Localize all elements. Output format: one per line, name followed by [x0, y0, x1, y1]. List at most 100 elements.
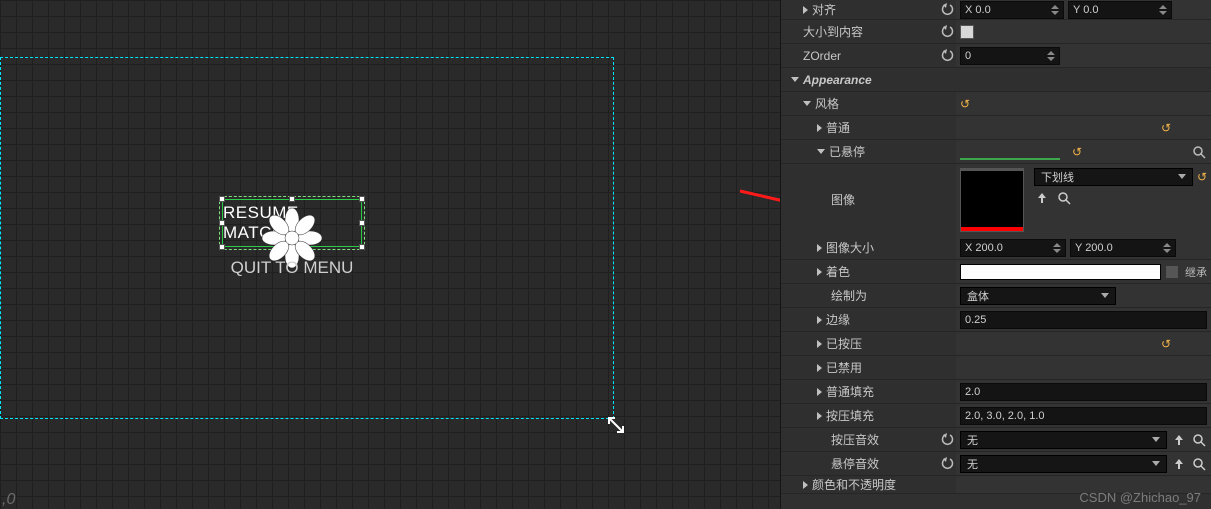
- size-to-content-checkbox[interactable]: [960, 25, 974, 39]
- use-selected-icon[interactable]: [1171, 456, 1187, 472]
- label-normal: 普通: [826, 119, 850, 136]
- selection-handle[interactable]: [359, 244, 365, 250]
- reset-icon[interactable]: [940, 24, 956, 40]
- reset-icon[interactable]: ↺: [1161, 337, 1171, 351]
- chevron-down-icon: [1178, 174, 1186, 179]
- label-disabled: 已禁用: [826, 359, 862, 376]
- expand-icon[interactable]: [817, 149, 825, 154]
- reset-icon[interactable]: ↺: [1197, 170, 1207, 184]
- chevron-down-icon: [1101, 293, 1109, 298]
- image-size-y-input[interactable]: Y 200.0: [1070, 239, 1176, 257]
- section-appearance[interactable]: Appearance: [781, 68, 1211, 92]
- row-disabled: 已禁用: [781, 356, 1211, 380]
- label-pressed: 已按压: [826, 335, 862, 352]
- label-tint: 着色: [826, 263, 850, 280]
- align-y-input[interactable]: Y 0.0: [1068, 1, 1172, 19]
- row-pressed-sound: 按压音效 无: [781, 428, 1211, 452]
- expand-icon[interactable]: [817, 268, 822, 276]
- label-image-size: 图像大小: [826, 239, 874, 256]
- label-hovered: 已悬停: [829, 143, 865, 160]
- draw-as-dropdown[interactable]: 盒体: [960, 287, 1116, 305]
- row-normal: 普通 ↺: [781, 116, 1211, 140]
- row-pressed-padding: 按压填充 2.0, 3.0, 2.0, 1.0: [781, 404, 1211, 428]
- label-margin: 边缘: [826, 311, 850, 328]
- expand-icon[interactable]: [817, 412, 822, 420]
- hover-sound-dropdown[interactable]: 无: [960, 455, 1167, 473]
- label-style: 风格: [815, 95, 839, 112]
- label-size-to-content: 大小到内容: [803, 23, 863, 40]
- label-align: 对齐: [812, 1, 836, 18]
- pressed-sound-dropdown[interactable]: 无: [960, 431, 1167, 449]
- umg-designer-viewport[interactable]: RESUME MATCH QUIT TO MENU ,0: [0, 0, 780, 509]
- chevron-down-icon: [1152, 461, 1160, 466]
- draw-as-dropdown[interactable]: 下划线: [1034, 168, 1193, 186]
- row-draw-as: 绘制为 盒体: [781, 284, 1211, 308]
- coordinate-readout: ,0: [2, 491, 15, 509]
- label-color-opacity: 颜色和不透明度: [812, 476, 896, 493]
- row-color-opacity: 颜色和不透明度: [781, 476, 1211, 494]
- normal-padding-input[interactable]: 2.0: [960, 383, 1207, 401]
- row-style: 风格 ↺: [781, 92, 1211, 116]
- row-hover-sound: 悬停音效 无: [781, 452, 1211, 476]
- align-x-input[interactable]: X 0.0: [960, 1, 1064, 19]
- row-pressed: 已按压 ↺: [781, 332, 1211, 356]
- chevron-down-icon: [1152, 437, 1160, 442]
- tint-color-swatch[interactable]: [960, 264, 1161, 280]
- label-pressed-sound: 按压音效: [831, 431, 879, 448]
- row-image-size: 图像大小 X 200.0 Y 200.0: [781, 236, 1211, 260]
- quit-to-menu-button[interactable]: QUIT TO MENU: [222, 258, 362, 278]
- reset-icon[interactable]: ↺: [1161, 121, 1171, 135]
- expand-icon[interactable]: [817, 124, 822, 132]
- label-zorder: ZOrder: [803, 49, 841, 63]
- reset-icon[interactable]: [940, 456, 956, 472]
- browse-icon[interactable]: [1056, 190, 1072, 206]
- expand-icon[interactable]: [817, 316, 822, 324]
- search-icon[interactable]: [1191, 144, 1207, 160]
- browse-icon[interactable]: [1191, 456, 1207, 472]
- row-hovered: 已悬停 ↺: [781, 140, 1211, 164]
- label-normal-padding: 普通填充: [826, 383, 874, 400]
- resize-handle-icon[interactable]: [607, 416, 625, 434]
- margin-input[interactable]: 0.25: [960, 311, 1207, 329]
- use-selected-icon[interactable]: [1034, 190, 1050, 206]
- label-image: 图像: [831, 191, 855, 208]
- selection-handle[interactable]: [219, 196, 225, 202]
- row-margin: 边缘 0.25: [781, 308, 1211, 332]
- expand-icon[interactable]: [803, 481, 808, 489]
- browse-icon[interactable]: [1191, 432, 1207, 448]
- row-zorder: ZOrder 0: [781, 44, 1211, 68]
- expand-icon[interactable]: [817, 388, 822, 396]
- expand-icon[interactable]: [817, 244, 822, 252]
- inherit-checkbox[interactable]: [1165, 265, 1179, 279]
- label-draw-as: 绘制为: [831, 287, 867, 304]
- row-tint: 着色 继承: [781, 260, 1211, 284]
- image-size-x-input[interactable]: X 200.0: [960, 239, 1066, 257]
- pressed-padding-input[interactable]: 2.0, 3.0, 2.0, 1.0: [960, 407, 1207, 425]
- selection-handle[interactable]: [359, 220, 365, 226]
- selection-handle[interactable]: [219, 220, 225, 226]
- zorder-input[interactable]: 0: [960, 47, 1060, 65]
- row-normal-padding: 普通填充 2.0: [781, 380, 1211, 404]
- row-size-to-content: 大小到内容: [781, 20, 1211, 44]
- reset-icon[interactable]: ↺: [1072, 145, 1082, 159]
- expand-icon: [791, 77, 799, 82]
- selection-handle[interactable]: [359, 196, 365, 202]
- row-image: 图像 下划线 ↺: [781, 164, 1211, 236]
- reset-icon[interactable]: [940, 2, 956, 18]
- reset-icon[interactable]: [940, 48, 956, 64]
- expand-icon[interactable]: [817, 364, 822, 372]
- selection-handle[interactable]: [289, 196, 295, 202]
- expand-icon[interactable]: [803, 101, 811, 106]
- underline-preview: [960, 144, 1060, 160]
- use-selected-icon[interactable]: [1171, 432, 1187, 448]
- label-pressed-padding: 按压填充: [826, 407, 874, 424]
- row-alignment: 对齐 X 0.0 Y 0.0: [781, 0, 1211, 20]
- selection-handle[interactable]: [219, 244, 225, 250]
- expand-icon[interactable]: [817, 340, 822, 348]
- image-thumbnail[interactable]: [960, 168, 1024, 232]
- reset-icon[interactable]: [940, 432, 956, 448]
- details-panel: 对齐 X 0.0 Y 0.0 大小到内容 ZOrder 0 Appe: [780, 0, 1211, 509]
- label-hover-sound: 悬停音效: [831, 455, 879, 472]
- expand-icon[interactable]: [803, 6, 808, 14]
- reset-icon[interactable]: ↺: [960, 97, 970, 111]
